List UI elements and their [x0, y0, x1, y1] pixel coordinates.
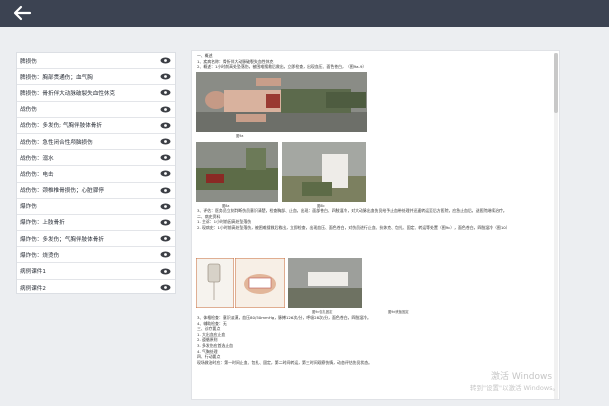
top-bar	[0, 0, 609, 27]
eye-icon[interactable]	[160, 187, 171, 194]
eye-icon[interactable]	[160, 106, 171, 113]
list-item[interactable]: 爆炸伤：烧烫伤	[17, 247, 175, 264]
photo-caption: 图9d夹板固定	[388, 310, 409, 314]
eye-icon[interactable]	[160, 203, 171, 210]
doc-line: 2. 现病史：1小时前高处坠落伤，被困难搜救后救出，立即检查，出现血压、面色苍白…	[197, 224, 510, 230]
list-item-label: 脾损伤：骨折伴大动脉破裂失血性休克	[20, 90, 116, 97]
eye-icon[interactable]	[160, 268, 171, 275]
eye-icon[interactable]	[160, 251, 171, 258]
list-item-label: 脾损伤	[20, 58, 37, 65]
eye-icon[interactable]	[160, 154, 171, 161]
list-item-label: 爆炸伤：上肢骨折	[20, 220, 65, 227]
photo-caption: 图9c包扎固定	[312, 310, 333, 314]
document-page: 一、概述 1、疾病名称：骨折伴大动脉破裂失血性休克 2、概述：1小时前高处坠落伤…	[197, 53, 555, 70]
list-item[interactable]: 战伤伤：电击	[17, 166, 175, 183]
list-item-label: 战伤伤	[20, 107, 37, 114]
back-arrow-icon[interactable]	[12, 4, 32, 22]
eye-icon[interactable]	[160, 89, 171, 96]
windows-activation-watermark: 激活 Windows	[491, 372, 553, 382]
document-viewer[interactable]: 一、概述 1、疾病名称：骨折伴大动脉破裂失血性休克 2、概述：1小时前高处坠落伤…	[191, 50, 560, 400]
list-item[interactable]: 爆炸伤：多发伤；气胸伴肢体骨折	[17, 231, 175, 248]
list-item-label: 战伤伤：颈椎椎骨损伤；心脏骤停	[20, 188, 104, 195]
bandage-illustration	[235, 258, 285, 308]
list-item[interactable]: 脾损伤：胸部贯通伤；血气胸	[17, 69, 175, 86]
list-item-label: 战伤伤：电击	[20, 171, 54, 178]
eye-icon[interactable]	[160, 57, 171, 64]
document-block: 3、评估：医务员立刻判断伤员意识清楚，检查胸部、止血，出现：面部苍白、四肢湿冷，…	[197, 208, 555, 230]
list-item-label: 病例课件1	[20, 269, 46, 276]
list-item[interactable]: 病例课件1	[17, 263, 175, 280]
eye-icon[interactable]	[160, 235, 171, 242]
list-item-label: 战伤伤：多发伤; 气胸伴肢体骨折	[20, 123, 102, 130]
eye-icon[interactable]	[160, 73, 171, 80]
list-item-label: 爆炸伤	[20, 204, 37, 211]
list-item-label: 战伤伤：溺水	[20, 155, 54, 162]
leg-bleeding-photo	[196, 142, 278, 202]
list-item-label: 战伤伤：急性闭合性颅脑损伤	[20, 139, 93, 146]
patient-lying-photo	[196, 72, 367, 132]
doc-line: 现场救治时应：第一时间止血、包扎、固定，第二时间转运，第三时间观察伤情，动态评估…	[197, 359, 373, 365]
eye-icon[interactable]	[160, 138, 171, 145]
list-item-label: 爆炸伤：烧烫伤	[20, 252, 60, 259]
iv-bag-illustration	[196, 258, 234, 308]
eye-icon[interactable]	[160, 170, 171, 177]
list-item[interactable]: 脾损伤	[17, 53, 175, 70]
document-block: 3、体格检查：意识淡漠，血压80/50mmHg，脉搏126次/分，呼吸28次/分…	[197, 315, 555, 365]
list-item[interactable]: 战伤伤：颈椎椎骨损伤；心脏骤停	[17, 183, 175, 199]
list-item[interactable]: 爆炸伤	[17, 199, 175, 215]
list-item[interactable]: 病例课件2	[17, 280, 175, 293]
list-item[interactable]: 脾损伤：骨折伴大动脉破裂失血性休克	[17, 85, 175, 102]
list-item[interactable]: 战伤伤	[17, 102, 175, 118]
doc-line: 2、概述：1小时前高处坠落伤，被困难搜救后救出，立即检查，出现血压、面色苍白，（…	[197, 64, 367, 70]
list-item[interactable]: 战伤伤：多发伤; 气胸伴肢体骨折	[17, 118, 175, 134]
list-item[interactable]: 战伤伤：溺水	[17, 150, 175, 167]
list-item-label: 病例课件2	[20, 285, 46, 292]
list-item-label: 爆炸伤：多发伤；气胸伴肢体骨折	[20, 236, 104, 243]
list-item[interactable]: 爆炸伤：上肢骨折	[17, 215, 175, 232]
doc-line: 3、评估：医务员立刻判断伤员意识清楚，检查胸部、止血，出现：面部苍白、四肢湿冷，…	[197, 208, 507, 213]
windows-activation-hint: 转到"设置"以激活 Windows。	[470, 384, 560, 392]
eye-icon[interactable]	[160, 219, 171, 226]
eye-icon[interactable]	[160, 122, 171, 129]
list-item-label: 脾损伤：胸部贯通伤；血气胸	[20, 74, 93, 81]
eye-icon[interactable]	[160, 284, 171, 291]
case-list-sidebar: 脾损伤 脾损伤：胸部贯通伤；血气胸 脾损伤：骨折伴大动脉破裂失血性休克 战伤伤 …	[16, 52, 176, 294]
scrollbar-thumb[interactable]	[554, 53, 558, 113]
list-item[interactable]: 战伤伤：急性闭合性颅脑损伤	[17, 134, 175, 151]
photo-caption: 图9a	[236, 134, 244, 138]
leg-bandage-photo	[282, 142, 366, 202]
arm-splint-photo	[288, 258, 362, 308]
